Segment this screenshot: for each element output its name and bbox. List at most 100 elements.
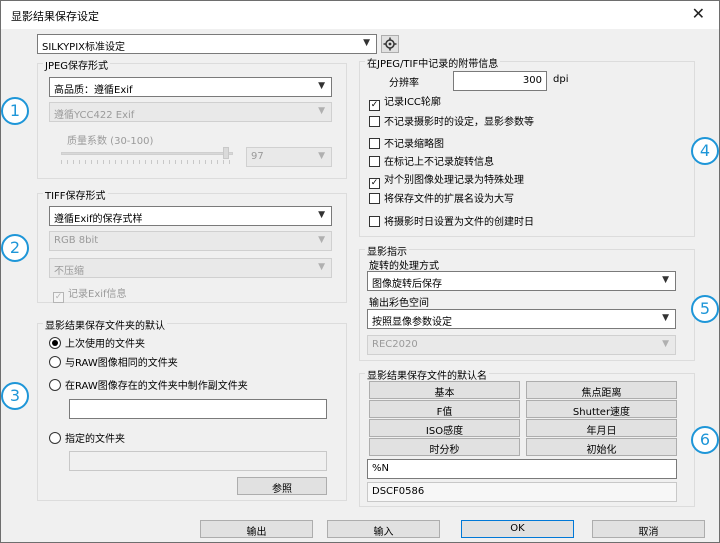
radio-dot[interactable] <box>49 337 61 349</box>
embed-check-0[interactable]: ✓ 记录ICC轮廓 <box>369 93 441 111</box>
rec-value: REC2020 <box>372 339 418 350</box>
colorspace-select[interactable]: 按照显像参数设定 ▼ <box>367 309 676 329</box>
tiff-bit-value: RGB 8bit <box>54 235 99 246</box>
checkbox-box[interactable] <box>369 156 380 167</box>
token-focal-length-button[interactable]: 焦点距离 <box>526 381 677 399</box>
radio-dot[interactable] <box>49 432 61 444</box>
embed-check-4[interactable]: ✓ 对个别图像处理记录为特殊处理 <box>369 171 524 189</box>
checkbox-box[interactable] <box>369 193 380 204</box>
token-time-button[interactable]: 时分秒 <box>369 438 520 456</box>
token-date-button[interactable]: 年月日 <box>526 419 677 437</box>
window-title: 显影结果保存设定 <box>11 10 99 23</box>
checkbox-box[interactable] <box>369 138 380 149</box>
token-fvalue-button[interactable]: F值 <box>369 400 520 418</box>
cancel-button[interactable]: 取消 <box>592 520 705 538</box>
checkbox-box[interactable]: ✓ <box>369 178 380 189</box>
folder-radio-0[interactable]: 上次使用的文件夹 <box>49 335 145 350</box>
chevron-down-icon: ▼ <box>318 151 325 161</box>
preset-select-value: SILKYPIX标准设定 <box>42 42 126 53</box>
specified-folder-input[interactable] <box>69 451 327 471</box>
rotation-select[interactable]: 图像旋转后保存 ▼ <box>367 271 676 291</box>
embed-check-label: 对个别图像处理记录为特殊处理 <box>384 175 524 186</box>
title-bar: 显影结果保存设定 ✕ <box>1 1 719 29</box>
tiff-format-value: 遵循Exif的保存式样 <box>54 214 143 225</box>
quality-value-select[interactable]: 97 ▼ <box>246 147 332 167</box>
folder-group-title: 显影结果保存文件夹的默认 <box>43 317 167 332</box>
tiff-exif-label: 记录Exif信息 <box>68 289 127 300</box>
tiff-bit-select[interactable]: RGB 8bit ▼ <box>49 231 332 251</box>
jpeg-quality-value: 高品质：遵循Exif <box>54 85 133 96</box>
browse-button[interactable]: 参照 <box>237 477 327 495</box>
chevron-down-icon: ▼ <box>662 313 669 323</box>
callout-1: 1 <box>1 97 29 125</box>
embed-group-title: 在JPEG/TIF中记录的附带信息 <box>365 55 501 70</box>
output-button[interactable]: 输出 <box>200 520 313 538</box>
checkbox-box[interactable] <box>369 216 380 227</box>
close-icon[interactable]: ✕ <box>692 4 705 23</box>
colorspace-label: 输出彩色空间 <box>369 298 429 309</box>
tiff-group-title: TIFF保存形式 <box>43 187 108 202</box>
checkbox-box[interactable]: ✓ <box>369 100 380 111</box>
embed-check-3[interactable]: 在标记上不记录旋转信息 <box>369 153 494 168</box>
checkbox-box[interactable]: ✓ <box>53 292 64 303</box>
checkbox-box[interactable] <box>369 116 380 127</box>
quality-slider-track[interactable] <box>61 152 233 155</box>
subfolder-input[interactable] <box>69 399 327 419</box>
jpeg-quality-select[interactable]: 高品质：遵循Exif ▼ <box>49 77 332 97</box>
jpeg-group-title: JPEG保存形式 <box>43 57 111 72</box>
quality-slider-ticks <box>61 160 233 164</box>
filename-preview: DSCF0586 <box>367 482 677 502</box>
folder-radio-1[interactable]: 与RAW图像相同的文件夹 <box>49 354 178 369</box>
quality-slider-thumb[interactable] <box>222 147 229 159</box>
radio-dot[interactable] <box>49 356 61 368</box>
folder-radio-label: 指定的文件夹 <box>65 434 125 445</box>
rotation-label: 旋转的处理方式 <box>369 261 439 272</box>
token-iso-button[interactable]: ISO感度 <box>369 419 520 437</box>
tiff-exif-checkbox[interactable]: ✓ 记录Exif信息 <box>53 285 127 303</box>
embed-check-label: 不记录缩略图 <box>384 139 444 150</box>
filename-group-title: 显影结果保存文件的默认名 <box>365 367 489 382</box>
tiff-format-select[interactable]: 遵循Exif的保存式样 ▼ <box>49 206 332 226</box>
embed-check-label: 在标记上不记录旋转信息 <box>384 157 494 168</box>
token-reset-button[interactable]: 初始化 <box>526 438 677 456</box>
import-button[interactable]: 输入 <box>327 520 440 538</box>
folder-radio-3[interactable]: 指定的文件夹 <box>49 430 125 445</box>
dialog-window: 显影结果保存设定 ✕ SILKYPIX标准设定 ▼ JPEG保存形式 高品质：遵… <box>0 0 720 543</box>
token-shutter-button[interactable]: Shutter速度 <box>526 400 677 418</box>
embed-check-label: 不记录摄影时的设定，显影参数等 <box>384 117 534 128</box>
preset-select[interactable]: SILKYPIX标准设定 ▼ <box>37 34 377 54</box>
embed-check-label: 将保存文件的扩展名设为大写 <box>384 194 514 205</box>
filename-pattern-input[interactable]: %N <box>367 459 677 479</box>
chevron-down-icon: ▼ <box>318 106 325 116</box>
embed-check-2[interactable]: 不记录缩略图 <box>369 135 444 150</box>
settings-gear-icon[interactable] <box>381 35 399 53</box>
tiff-compress-select[interactable]: 不压缩 ▼ <box>49 258 332 278</box>
embed-check-1[interactable]: 不记录摄影时的设定，显影参数等 <box>369 113 534 128</box>
colorspace-value: 按照显像参数设定 <box>372 317 452 328</box>
rotation-value: 图像旋转后保存 <box>372 279 442 290</box>
radio-dot[interactable] <box>49 379 61 391</box>
resolution-input[interactable]: 300 <box>453 71 547 91</box>
callout-3: 3 <box>1 382 29 410</box>
chevron-down-icon: ▼ <box>662 339 669 349</box>
jpeg-color-value: 遵循YCC422 Exif <box>54 110 135 121</box>
chevron-down-icon: ▼ <box>363 38 370 48</box>
token-basic-button[interactable]: 基本 <box>369 381 520 399</box>
callout-5: 5 <box>691 295 719 323</box>
quality-value-text: 97 <box>251 151 264 162</box>
chevron-down-icon: ▼ <box>318 262 325 272</box>
rec-select[interactable]: REC2020 ▼ <box>367 335 676 355</box>
ok-button[interactable]: OK <box>461 520 574 538</box>
chevron-down-icon: ▼ <box>662 275 669 285</box>
chevron-down-icon: ▼ <box>318 210 325 220</box>
folder-radio-2[interactable]: 在RAW图像存在的文件夹中制作副文件夹 <box>49 377 248 392</box>
callout-4: 4 <box>691 137 719 165</box>
chevron-down-icon: ▼ <box>318 81 325 91</box>
folder-radio-label: 上次使用的文件夹 <box>65 339 145 350</box>
embed-check-label: 将摄影时日设置为文件的创建时日 <box>384 217 534 228</box>
jpeg-color-select[interactable]: 遵循YCC422 Exif ▼ <box>49 102 332 122</box>
quality-factor-label: 质量系数 (30-100) <box>67 136 154 147</box>
embed-check-5[interactable]: 将保存文件的扩展名设为大写 <box>369 190 514 205</box>
folder-radio-label: 与RAW图像相同的文件夹 <box>65 358 178 369</box>
embed-check-6[interactable]: 将摄影时日设置为文件的创建时日 <box>369 213 534 228</box>
